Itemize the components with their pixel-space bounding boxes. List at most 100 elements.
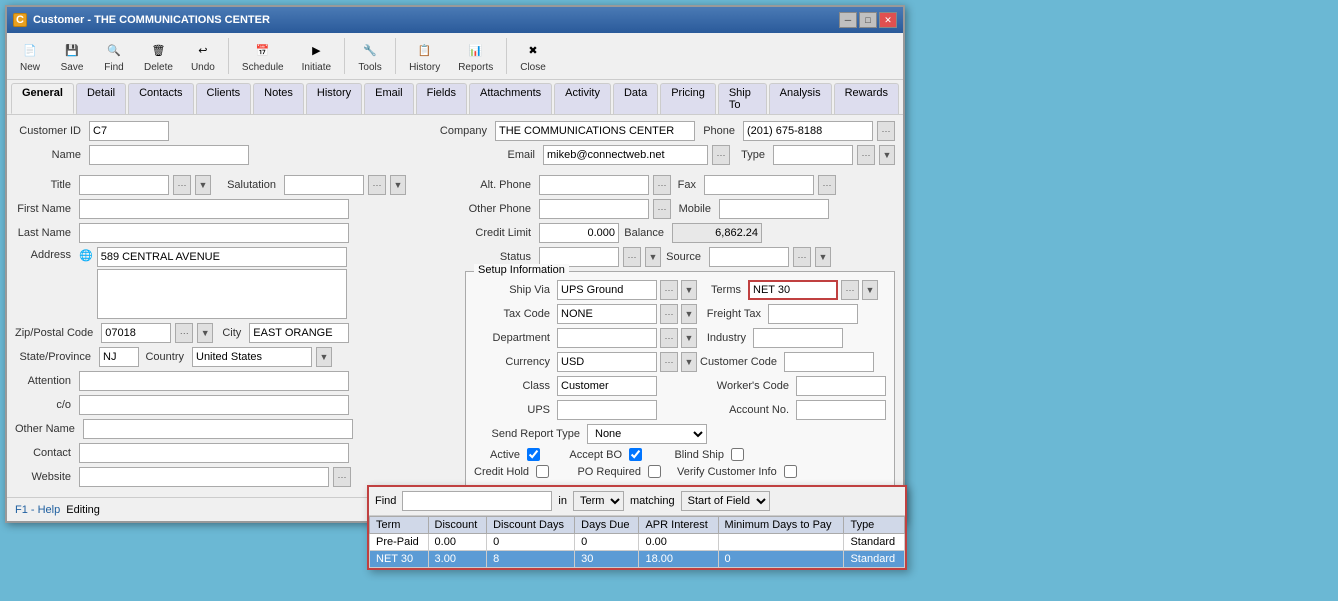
terms-dropdown-button[interactable]: ▼ [862, 280, 878, 300]
state-field[interactable] [99, 347, 139, 367]
fax-dots-button[interactable]: ··· [818, 175, 836, 195]
maximize-button[interactable]: □ [859, 12, 877, 28]
initiate-button[interactable]: ▶ Initiate [295, 36, 338, 76]
popup-table-row[interactable]: Pre-Paid0.00000.00Standard [370, 534, 905, 551]
attention-field[interactable] [79, 371, 349, 391]
department-field[interactable] [557, 328, 657, 348]
terms-dots-button[interactable]: ··· [841, 280, 859, 300]
tab-email[interactable]: Email [364, 83, 414, 114]
type-field[interactable] [773, 145, 853, 165]
tools-button[interactable]: 🔧 Tools [351, 36, 389, 76]
source-field[interactable] [709, 247, 789, 267]
new-button[interactable]: 📄 New [11, 36, 49, 76]
tab-clients[interactable]: Clients [196, 83, 252, 114]
currency-field[interactable] [557, 352, 657, 372]
country-field[interactable] [192, 347, 312, 367]
currency-dropdown-button[interactable]: ▼ [681, 352, 697, 372]
address-area[interactable] [97, 269, 347, 319]
tab-activity[interactable]: Activity [554, 83, 611, 114]
terms-field[interactable] [748, 280, 838, 300]
type-dots-button[interactable]: ··· [857, 145, 875, 165]
salutation-dots-button[interactable]: ··· [368, 175, 386, 195]
undo-button[interactable]: ↩ Undo [184, 36, 222, 76]
tab-attachments[interactable]: Attachments [469, 83, 552, 114]
active-checkbox[interactable] [527, 448, 540, 461]
company-field[interactable] [495, 121, 695, 141]
tab-rewards[interactable]: Rewards [834, 83, 899, 114]
find-button[interactable]: 🔍 Find [95, 36, 133, 76]
zip-dots-button[interactable]: ··· [175, 323, 193, 343]
ups-field[interactable] [557, 400, 657, 420]
tab-data[interactable]: Data [613, 83, 658, 114]
tab-pricing[interactable]: Pricing [660, 83, 716, 114]
phone-dots-button[interactable]: ··· [877, 121, 895, 141]
lastname-field[interactable] [79, 223, 349, 243]
tab-shipto[interactable]: Ship To [718, 83, 767, 114]
tab-notes[interactable]: Notes [253, 83, 304, 114]
altphone-field[interactable] [539, 175, 649, 195]
customercode-field[interactable] [784, 352, 874, 372]
accountno-field[interactable] [796, 400, 886, 420]
firstname-field[interactable] [79, 199, 349, 219]
history-button[interactable]: 📋 History [402, 36, 447, 76]
shipvia-field[interactable] [557, 280, 657, 300]
title-dots-button[interactable]: ··· [173, 175, 191, 195]
salutation-dropdown-button[interactable]: ▼ [390, 175, 406, 195]
porequired-checkbox[interactable] [648, 465, 661, 478]
salutation-field[interactable] [284, 175, 364, 195]
help-text[interactable]: F1 - Help [15, 504, 60, 516]
reports-button[interactable]: 📊 Reports [451, 36, 500, 76]
freighttax-field[interactable] [768, 304, 858, 324]
type-dropdown-button[interactable]: ▼ [879, 145, 895, 165]
popup-match-select[interactable]: Start of Field [681, 491, 770, 511]
address-line1-field[interactable] [97, 247, 347, 267]
verifycustomer-checkbox[interactable] [784, 465, 797, 478]
minimize-button[interactable]: ─ [839, 12, 857, 28]
city-field[interactable] [249, 323, 349, 343]
tab-history[interactable]: History [306, 83, 362, 114]
website-field[interactable] [79, 467, 329, 487]
co-field[interactable] [79, 395, 349, 415]
source-dots-button[interactable]: ··· [793, 247, 811, 267]
blindship-checkbox[interactable] [731, 448, 744, 461]
status-dots-button[interactable]: ··· [623, 247, 641, 267]
taxcode-field[interactable] [557, 304, 657, 324]
taxcode-dots-button[interactable]: ··· [660, 304, 678, 324]
email-field[interactable] [543, 145, 708, 165]
otherphone-dots-button[interactable]: ··· [653, 199, 671, 219]
tab-general[interactable]: General [11, 83, 74, 114]
tab-analysis[interactable]: Analysis [769, 83, 832, 114]
taxcode-dropdown-button[interactable]: ▼ [681, 304, 697, 324]
department-dots-button[interactable]: ··· [660, 328, 678, 348]
source-dropdown-button[interactable]: ▼ [815, 247, 831, 267]
popup-field-select[interactable]: Term [573, 491, 624, 511]
otherphone-field[interactable] [539, 199, 649, 219]
othername-field[interactable] [83, 419, 353, 439]
status-dropdown-button[interactable]: ▼ [645, 247, 661, 267]
altphone-dots-button[interactable]: ··· [653, 175, 671, 195]
workerscode-field[interactable] [796, 376, 886, 396]
popup-table-row[interactable]: NET 303.0083018.000Standard [370, 551, 905, 568]
tab-fields[interactable]: Fields [416, 83, 467, 114]
country-dropdown-button[interactable]: ▼ [316, 347, 332, 367]
close-window-button[interactable]: ✕ [879, 12, 897, 28]
currency-dots-button[interactable]: ··· [660, 352, 678, 372]
schedule-button[interactable]: 📅 Schedule [235, 36, 291, 76]
close-button[interactable]: ✖ Close [513, 36, 553, 76]
save-button[interactable]: 💾 Save [53, 36, 91, 76]
shipvia-dots-button[interactable]: ··· [660, 280, 678, 300]
email-dots-button[interactable]: ··· [712, 145, 730, 165]
website-dots-button[interactable]: ··· [333, 467, 351, 487]
tab-contacts[interactable]: Contacts [128, 83, 193, 114]
globe-icon[interactable]: 🌐 [79, 249, 93, 262]
credithold-checkbox[interactable] [536, 465, 549, 478]
department-dropdown-button[interactable]: ▼ [681, 328, 697, 348]
phone-field[interactable] [743, 121, 873, 141]
popup-find-input[interactable] [402, 491, 552, 511]
zip-dropdown-button[interactable]: ▼ [197, 323, 213, 343]
industry-field[interactable] [753, 328, 843, 348]
creditlimit-field[interactable] [539, 223, 619, 243]
delete-button[interactable]: 🗑 Delete [137, 36, 180, 76]
mobile-field[interactable] [719, 199, 829, 219]
fax-field[interactable] [704, 175, 814, 195]
